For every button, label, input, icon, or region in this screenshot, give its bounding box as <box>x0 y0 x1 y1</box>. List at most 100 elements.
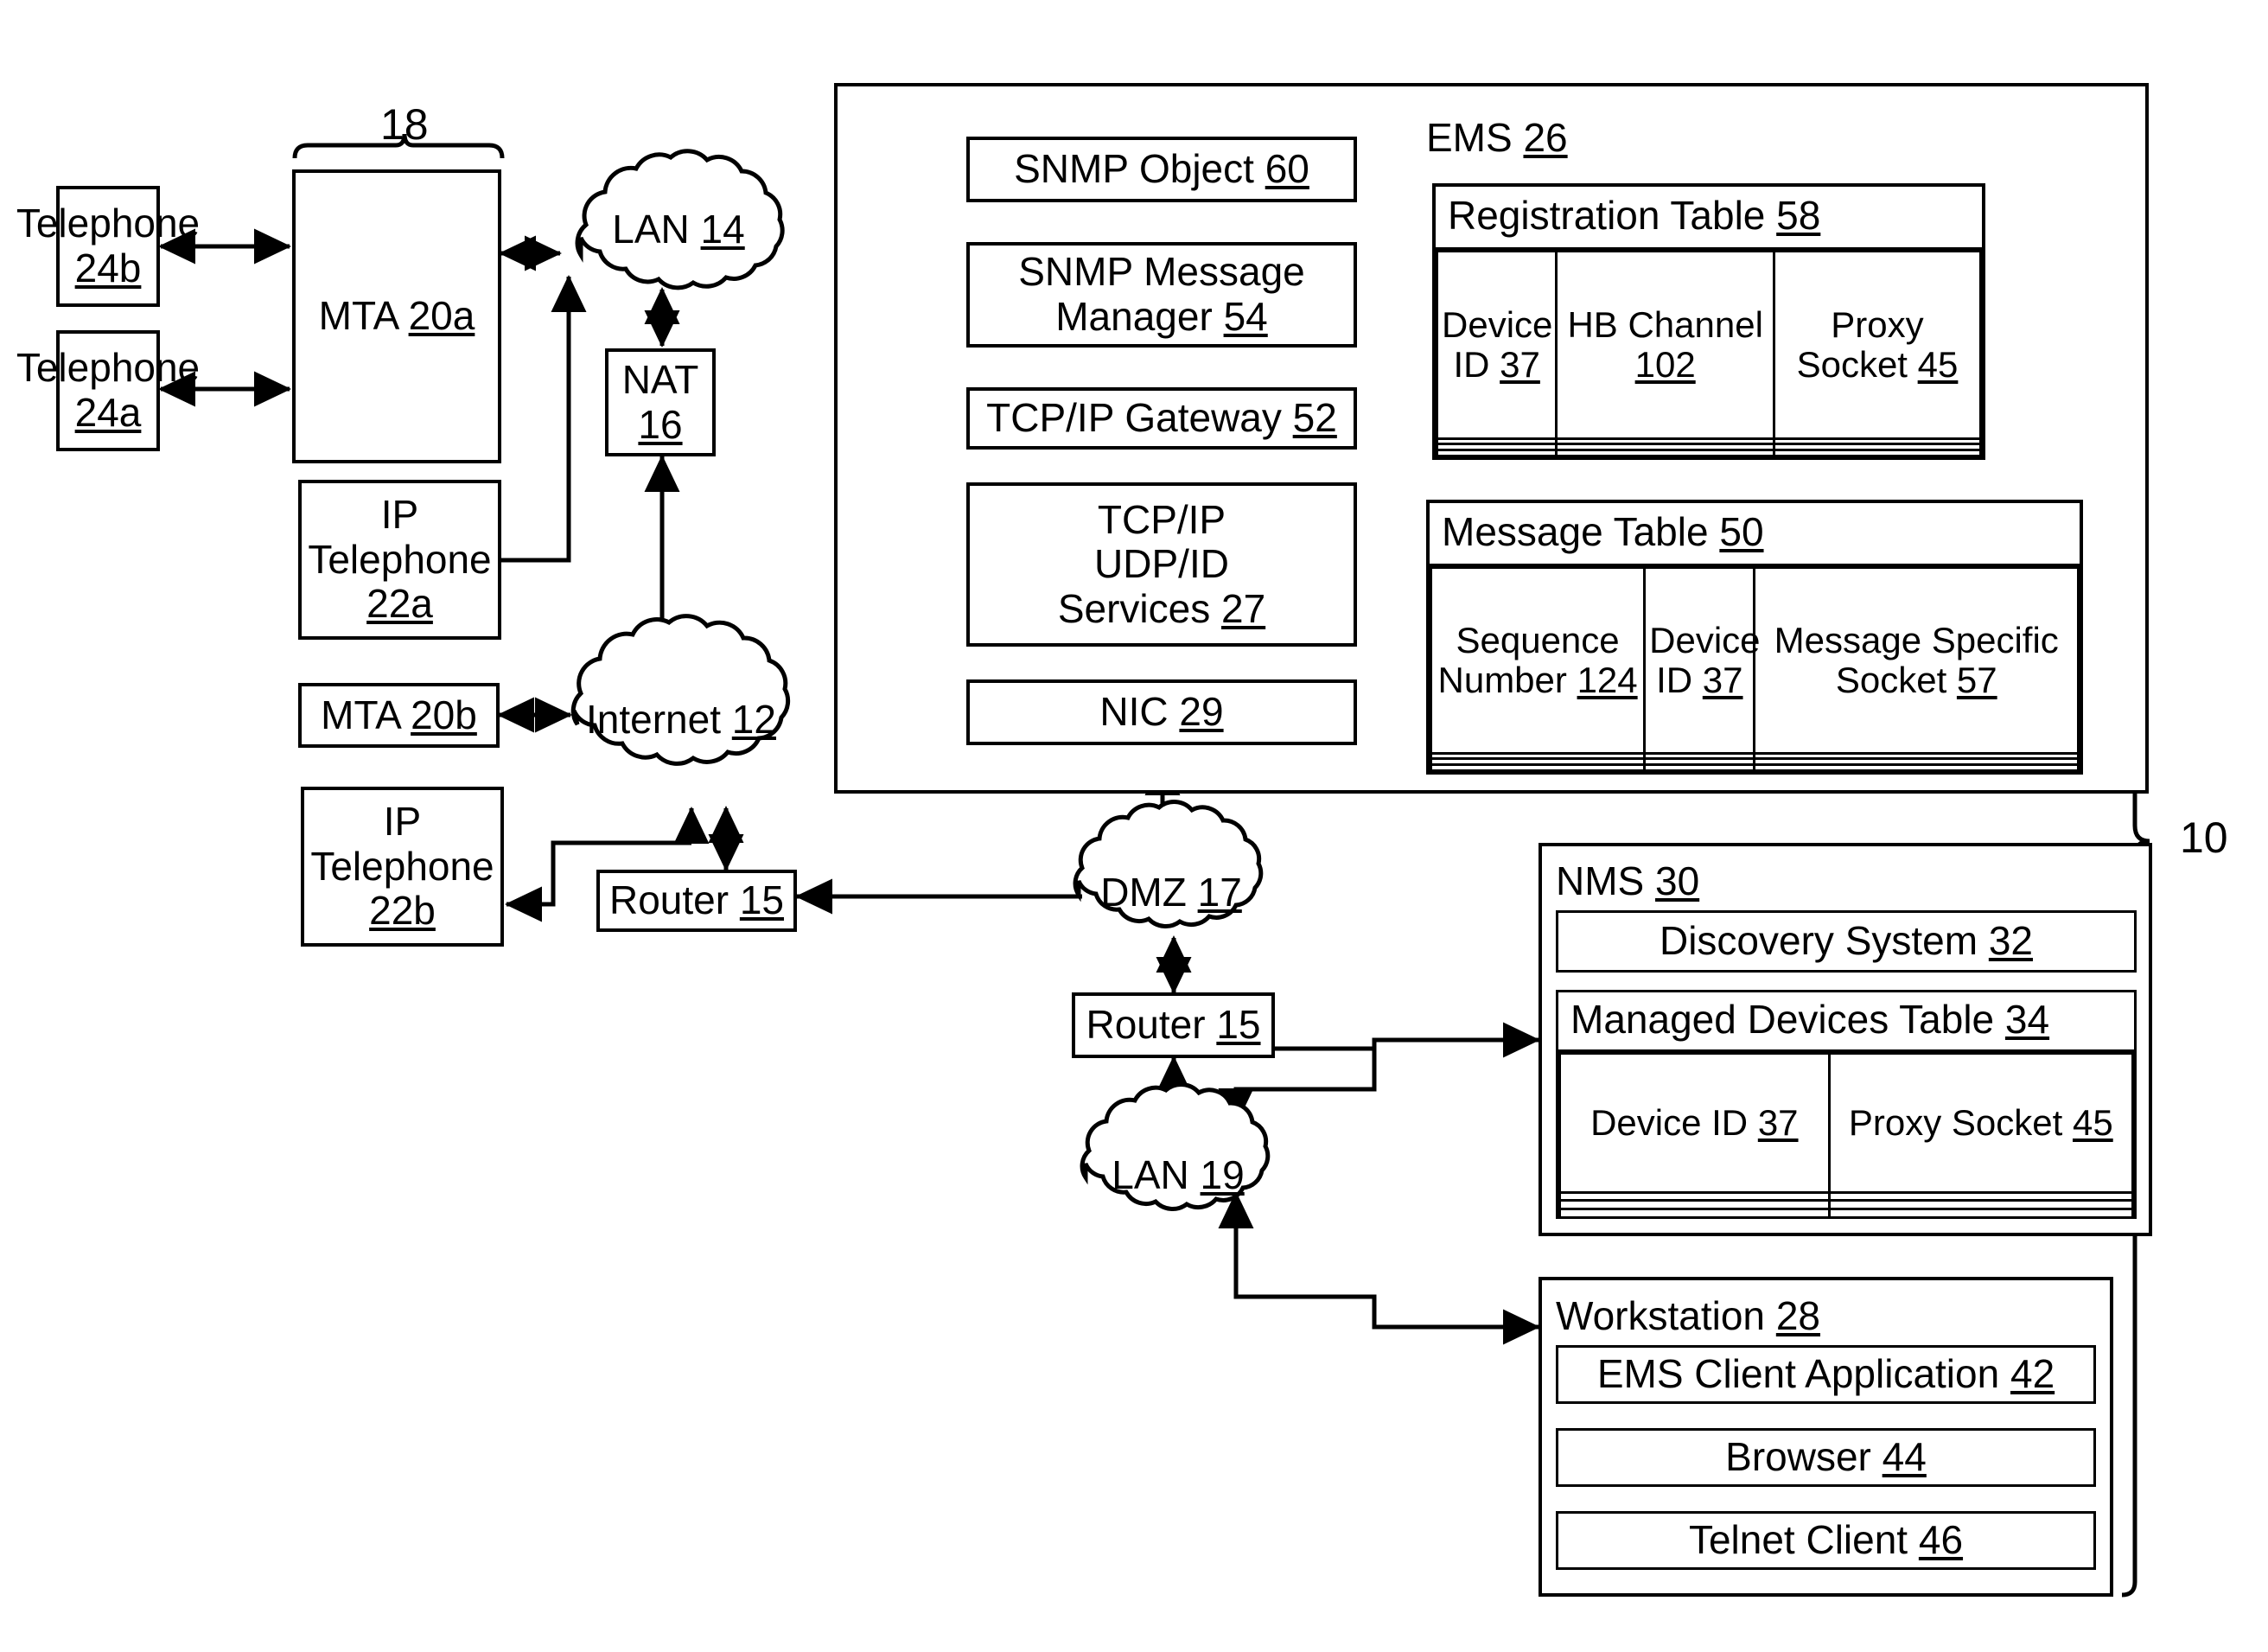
cell[interactable] <box>1827 1199 2135 1211</box>
cell[interactable] <box>1555 443 1775 452</box>
mta-20b-label: MTA <box>321 692 400 737</box>
cell[interactable] <box>1827 1190 2135 1202</box>
table-row[interactable] <box>1435 449 1983 457</box>
managed-devices-title-ref: 34 <box>2004 997 2050 1042</box>
reg-col-proxy-socket: Proxy Socket 45 <box>1772 250 1983 440</box>
ip-telephone-22b-label-1: IP <box>383 799 422 845</box>
workstation-title: Workstation 28 <box>1556 1292 1820 1339</box>
node-ip-telephone-22a[interactable]: IP Telephone 22a <box>298 480 501 640</box>
cell[interactable] <box>1429 763 1647 772</box>
node-router-15-mid[interactable]: Router 15 <box>1072 992 1275 1058</box>
cell[interactable] <box>1643 751 1756 761</box>
system-ref: 10 <box>2180 813 2228 862</box>
registration-table-title: Registration Table 58 <box>1436 187 1982 250</box>
cloud-dmz-17[interactable]: DMZ 17 <box>1080 869 1262 915</box>
message-table-grid: Sequence Number 124 Device ID 37 Message… <box>1429 566 2080 772</box>
node-telephone-24a[interactable]: Telephone 24a <box>16 330 200 451</box>
internet-12-ref: 12 <box>731 697 776 742</box>
telephone-24b-ref: 24b <box>74 246 142 290</box>
telnet-client-ref: 46 <box>1918 1517 1964 1563</box>
cell[interactable] <box>1827 1208 2135 1219</box>
node-nat-16[interactable]: NAT 16 <box>605 348 716 456</box>
nic-label: NIC <box>1099 689 1169 735</box>
node-mta-20b[interactable]: MTA 20b <box>298 683 500 748</box>
nms-title: NMS 30 <box>1556 858 1699 904</box>
msg-col-sequence-number: Sequence Number 124 <box>1429 566 1647 755</box>
cell[interactable] <box>1555 437 1775 446</box>
nat-16-ref: 16 <box>638 401 683 447</box>
workstation-ems-client-application[interactable]: EMS Client Application 42 <box>1556 1345 2096 1404</box>
ems-module-tcpip-udp-services[interactable]: TCP/IP UDP/ID Services 27 <box>966 482 1357 647</box>
tcpip-services-ref: 27 <box>1221 585 1266 631</box>
ems-client-app-label: EMS Client Application <box>1596 1351 2000 1397</box>
cell[interactable] <box>1753 763 2080 772</box>
table-header-row: Device ID 37 HB Channel 102 Proxy Socket… <box>1435 250 1983 440</box>
node-ip-telephone-22b[interactable]: IP Telephone 22b <box>301 787 504 947</box>
nms-title-label: NMS <box>1556 858 1645 903</box>
tcpip-services-label-3: Services <box>1057 585 1211 631</box>
message-table-title: Message Table 50 <box>1430 503 2080 566</box>
table-row[interactable] <box>1558 1208 2135 1219</box>
node-router-15-left[interactable]: Router 15 <box>596 870 797 932</box>
table-row[interactable] <box>1435 443 1983 452</box>
cell[interactable] <box>1429 757 1647 767</box>
managed-devices-table: Managed Devices Table 34 Device ID 37 Pr… <box>1556 990 2137 1219</box>
ems-module-tcpip-gateway[interactable]: TCP/IP Gateway 52 <box>966 387 1357 450</box>
cloud-lan-14[interactable]: LAN 14 <box>596 206 761 252</box>
ems-module-nic[interactable]: NIC 29 <box>966 679 1357 745</box>
discovery-system-ref: 32 <box>1988 918 2034 964</box>
registration-table: Registration Table 58 Device ID 37 HB Ch… <box>1432 183 1985 460</box>
cell[interactable] <box>1558 1190 1831 1202</box>
cell[interactable] <box>1643 763 1756 772</box>
table-header-row: Sequence Number 124 Device ID 37 Message… <box>1429 566 2080 755</box>
cloud-internet-12[interactable]: Internet 12 <box>577 696 785 743</box>
cell[interactable] <box>1555 449 1775 457</box>
reg-col-hb-channel: HB Channel 102 <box>1555 250 1775 440</box>
registration-table-grid: Device ID 37 HB Channel 102 Proxy Socket… <box>1435 250 1983 457</box>
telephone-24b-label: Telephone <box>16 201 201 246</box>
cell[interactable] <box>1429 751 1647 761</box>
table-row[interactable] <box>1429 757 2080 767</box>
cell[interactable] <box>1435 443 1558 452</box>
cell[interactable] <box>1435 437 1558 446</box>
cell[interactable] <box>1772 437 1983 446</box>
message-table-title-ref: 50 <box>1719 509 1764 554</box>
table-row[interactable] <box>1558 1199 2135 1211</box>
snmp-mm-ref: 54 <box>1223 294 1268 339</box>
managed-devices-table-title: Managed Devices Table 34 <box>1558 992 2134 1052</box>
ems-module-snmp-message-manager[interactable]: SNMP Message Manager 54 <box>966 242 1357 348</box>
router-15-left-label: Router <box>608 877 729 923</box>
md-col-device-id: Device ID 37 <box>1558 1052 1831 1194</box>
table-row[interactable] <box>1429 763 2080 772</box>
ems-title: EMS 26 <box>1426 114 1568 161</box>
cell[interactable] <box>1753 751 2080 761</box>
table-row[interactable] <box>1558 1190 2135 1202</box>
nms-discovery-system[interactable]: Discovery System 32 <box>1556 910 2137 973</box>
cell[interactable] <box>1772 443 1983 452</box>
lan-14-ref: 14 <box>700 207 745 252</box>
ems-module-snmp-object[interactable]: SNMP Object 60 <box>966 137 1357 202</box>
registration-table-title-ref: 58 <box>1776 193 1821 238</box>
md-col-proxy-socket: Proxy Socket 45 <box>1827 1052 2135 1194</box>
workstation-telnet-client[interactable]: Telnet Client 46 <box>1556 1511 2096 1570</box>
cloud-lan-19[interactable]: LAN 19 <box>1087 1151 1269 1198</box>
node-telephone-24b[interactable]: Telephone 24b <box>16 186 200 307</box>
table-row[interactable] <box>1429 751 2080 761</box>
workstation-title-label: Workstation <box>1556 1293 1766 1338</box>
premises-group-ref: 18 <box>380 100 429 149</box>
nat-16-label: NAT <box>621 356 699 402</box>
table-header-row: Device ID 37 Proxy Socket 45 <box>1558 1052 2135 1194</box>
cell[interactable] <box>1435 449 1558 457</box>
table-row[interactable] <box>1435 437 1983 446</box>
cell[interactable] <box>1772 449 1983 457</box>
node-mta-20a[interactable]: MTA 20a <box>292 169 501 463</box>
discovery-system-label: Discovery System <box>1659 918 1978 964</box>
mta-20a-label: MTA <box>318 293 398 339</box>
ems-client-app-ref: 42 <box>2010 1351 2055 1397</box>
cell[interactable] <box>1753 757 2080 767</box>
managed-devices-grid: Device ID 37 Proxy Socket 45 <box>1558 1052 2135 1219</box>
cell[interactable] <box>1643 757 1756 767</box>
workstation-browser[interactable]: Browser 44 <box>1556 1428 2096 1487</box>
cell[interactable] <box>1558 1199 1831 1211</box>
cell[interactable] <box>1558 1208 1831 1219</box>
